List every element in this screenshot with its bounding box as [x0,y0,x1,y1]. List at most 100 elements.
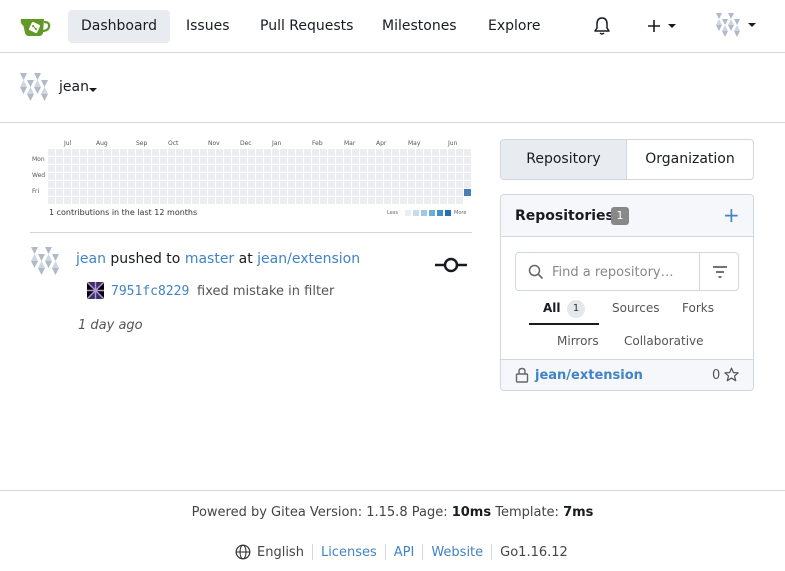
feed-repo-link[interactable]: jean/extension [257,251,360,267]
heatmap-cell [184,197,191,204]
heatmap-cell [112,173,119,180]
footer-api-link[interactable]: API [394,545,415,560]
heatmap-cell [312,165,319,172]
feed-entry-title: jean pushed to master at jean/extension [76,251,360,267]
repository-filter-button[interactable] [699,253,739,290]
heatmap-cell [208,181,215,188]
heatmap-cell [48,149,55,156]
filter-tab-mirrors[interactable]: Mirrors [557,334,599,348]
nav-milestones[interactable]: Milestones [369,10,470,43]
heatmap-cell [456,165,463,172]
heatmap-cell [408,157,415,164]
gitea-logo-icon[interactable] [20,14,51,38]
language-selector[interactable]: English [257,545,304,560]
heatmap-cell [200,149,207,156]
commit-sha-link[interactable]: 7951fc8229 [111,284,189,299]
heatmap-cell [320,149,327,156]
nav-dashboard[interactable]: Dashboard [68,10,170,43]
heatmap-cell [48,165,55,172]
footer-website-link[interactable]: Website [431,545,483,560]
heatmap-cell [464,165,471,172]
heatmap-cell [416,173,423,180]
heatmap-cell [128,189,135,196]
heatmap-cell [248,157,255,164]
heatmap-cell [176,173,183,180]
filter-tab-forks[interactable]: Forks [682,301,714,315]
heatmap-cell [216,157,223,164]
filter-tab-sources[interactable]: Sources [612,301,659,315]
heatmap-cell [168,197,175,204]
heatmap-cell [136,173,143,180]
heatmap-cell [432,173,439,180]
filter-tab-collaborative[interactable]: Collaborative [624,334,704,348]
heatmap-month-label: Jul [64,140,72,147]
heatmap-cell [360,157,367,164]
heatmap-cell [160,149,167,156]
add-repository-icon[interactable]: + [723,203,740,227]
heatmap-cell [408,165,415,172]
heatmap-cell [104,181,111,188]
feed-at: at [238,251,253,267]
heatmap-cell [336,157,343,164]
heatmap-cell [456,197,463,204]
heatmap-cell [280,157,287,164]
heatmap-cell [280,197,287,204]
repository-search [515,252,739,291]
footer-separator [422,544,424,560]
heatmap-cell [56,197,63,204]
heatmap-cell [432,157,439,164]
heatmap-cell [216,149,223,156]
context-avatar[interactable] [20,73,48,101]
heatmap-cell [352,181,359,188]
feed-branch-link[interactable]: master [185,251,234,267]
create-new-menu-icon[interactable] [646,16,680,36]
heatmap-cell [288,197,295,204]
globe-icon[interactable] [235,544,251,560]
heatmap-cell [400,157,407,164]
heatmap-cell [80,157,87,164]
repository-search-input[interactable] [552,259,698,285]
feed-user-avatar[interactable] [31,247,59,275]
heatmap-cell [152,173,159,180]
heatmap-cell [128,157,135,164]
tab-repository[interactable]: Repository [501,140,627,179]
footer-version-info: Powered by Gitea Version: 1.15.8 Page: 1… [0,505,785,520]
notification-bell-icon[interactable] [592,16,612,36]
heatmap-cell [120,165,127,172]
heatmap-cell [136,181,143,188]
feed-actor-link[interactable]: jean [76,251,106,267]
filter-icon [713,266,727,278]
heatmap-month-label: Apr [376,140,387,147]
nav-explore[interactable]: Explore [475,10,554,43]
heatmap-cell [368,165,375,172]
heatmap-cell [176,197,183,204]
heatmap-cell [320,165,327,172]
heatmap-cell [272,197,279,204]
heatmap-cell [432,189,439,196]
heatmap-cell [112,189,119,196]
heatmap-cell [360,197,367,204]
repositories-count-badge: 1 [611,207,629,225]
feed-timestamp: 1 day ago [78,318,143,333]
heatmap-month-label: Dec [240,140,252,147]
heatmap-cell [88,149,95,156]
context-username[interactable]: jean [59,79,89,95]
heatmap-cell [280,189,287,196]
heatmap-cell [176,149,183,156]
heatmap-cell [376,165,383,172]
filter-tab-all[interactable]: All [543,301,561,315]
nav-issues[interactable]: Issues [173,10,243,43]
user-avatar-menu[interactable] [716,13,758,37]
repository-name-link[interactable]: jean/extension [535,368,643,383]
nav-pull-requests[interactable]: Pull Requests [247,10,366,43]
heatmap-cell [352,189,359,196]
heatmap-day-label: Wed [32,172,46,179]
heatmap-cell [344,189,351,196]
footer-licenses-link[interactable]: Licenses [321,545,377,560]
repository-list-item[interactable]: jean/extension 0 [501,359,753,390]
heatmap-cell [136,157,143,164]
tab-organization[interactable]: Organization [627,140,753,179]
heatmap-cell [320,157,327,164]
context-dropdown-caret-icon[interactable] [89,88,97,92]
heatmap-cell [448,197,455,204]
